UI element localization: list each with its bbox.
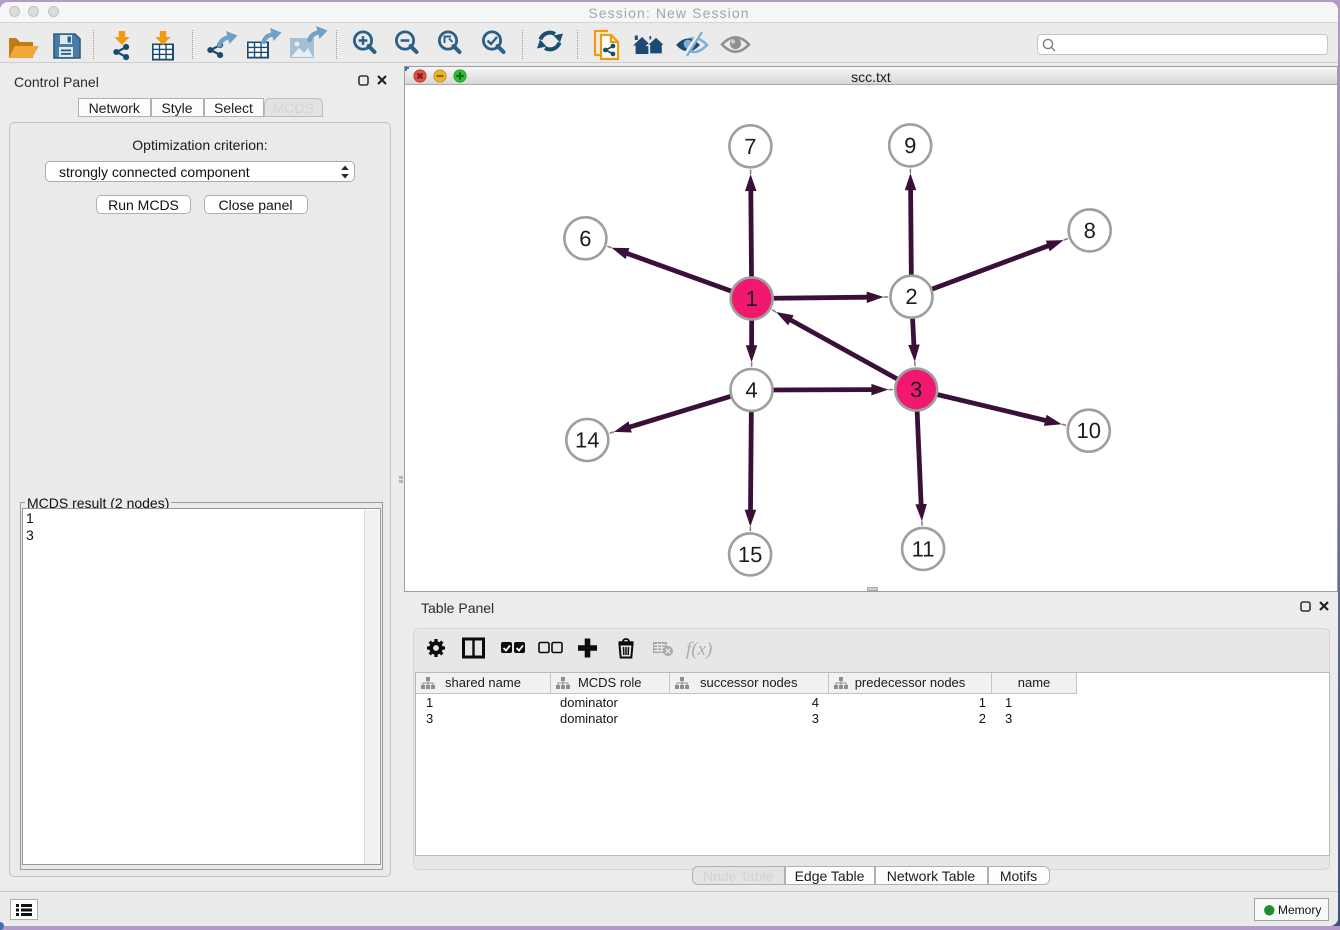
svg-text:6: 6: [579, 226, 591, 251]
svg-text:10: 10: [1077, 418, 1101, 443]
svg-text:11: 11: [912, 536, 935, 561]
svg-text:14: 14: [575, 428, 599, 453]
svg-text:2: 2: [905, 284, 917, 309]
svg-text:f(x): f(x): [686, 639, 712, 660]
svg-text:15: 15: [738, 542, 762, 567]
svg-text:1: 1: [746, 286, 758, 311]
svg-text:9: 9: [904, 133, 916, 158]
svg-text:8: 8: [1084, 218, 1096, 243]
svg-text:4: 4: [745, 378, 757, 403]
svg-text:7: 7: [744, 134, 756, 159]
svg-text:3: 3: [910, 377, 922, 402]
